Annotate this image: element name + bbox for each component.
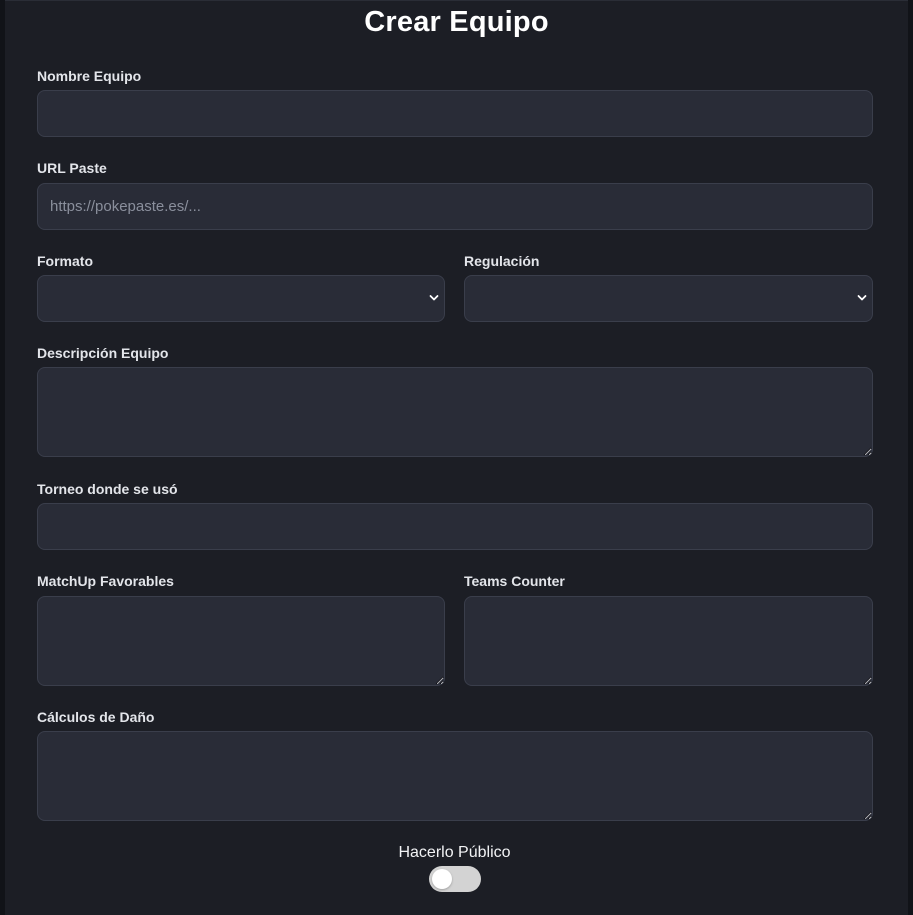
make-public-label: Hacerlo Público (398, 844, 511, 861)
damage-calcs-label: Cálculos de Daño (37, 709, 155, 725)
matchup-label: MatchUp Favorables (37, 573, 174, 589)
chevron-down-icon (429, 295, 439, 301)
toggle-knob (432, 869, 452, 889)
format-label: Formato (37, 253, 93, 269)
make-public-toggle[interactable] (429, 866, 481, 892)
description-label: Descripción Equipo (37, 345, 169, 361)
tournament-label: Torneo donde se usó (37, 481, 178, 497)
description-textarea[interactable] (37, 367, 873, 457)
teams-counter-label: Teams Counter (464, 573, 565, 589)
page-title: Crear Equipo (364, 6, 549, 38)
paste-url-label: URL Paste (37, 160, 107, 176)
page-background: Crear Equipo Nombre Equipo URL Paste For… (0, 0, 913, 915)
regulation-label: Regulación (464, 253, 540, 269)
damage-calcs-textarea[interactable] (37, 731, 873, 821)
team-name-label: Nombre Equipo (37, 68, 142, 84)
tournament-input[interactable] (37, 503, 873, 550)
chevron-down-icon (857, 295, 867, 301)
paste-url-input[interactable] (37, 183, 873, 230)
team-name-input[interactable] (37, 90, 873, 137)
matchup-textarea[interactable] (37, 596, 445, 686)
regulation-select[interactable] (464, 275, 873, 322)
teams-counter-textarea[interactable] (464, 596, 873, 686)
format-select[interactable] (37, 275, 445, 322)
